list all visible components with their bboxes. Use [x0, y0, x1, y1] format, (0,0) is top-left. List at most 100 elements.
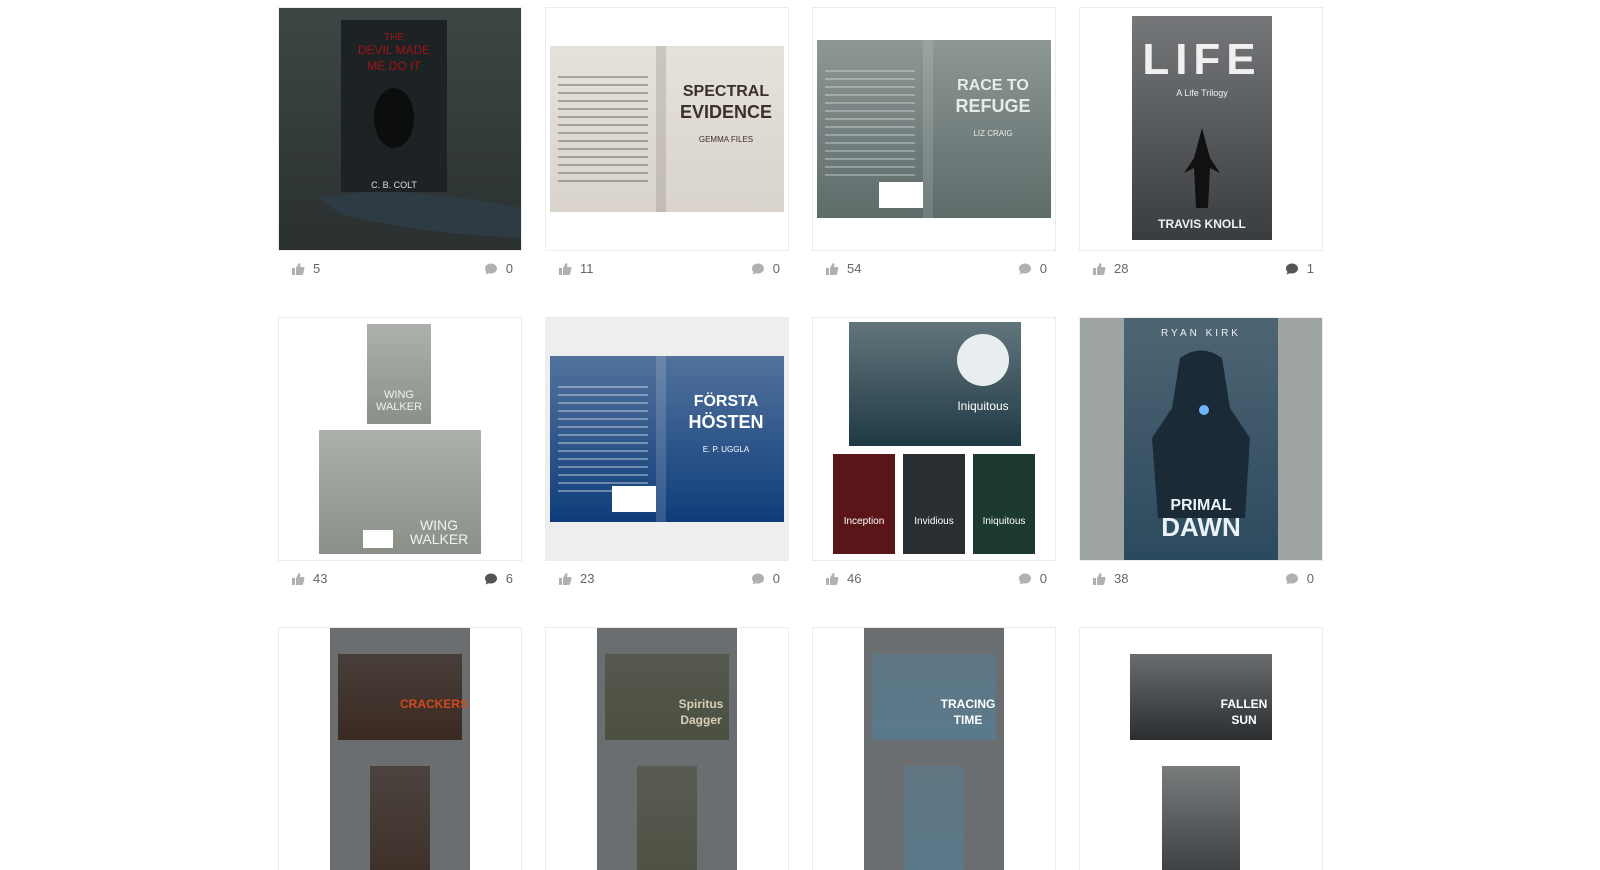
cover-card[interactable]: Iniquitous Inception Invidious Iniquitous 46…	[813, 318, 1055, 600]
comment-button[interactable]: 0	[1018, 262, 1047, 276]
cover-artwork: THEDEVIL MADE ME DO IT C. B. COLT	[279, 8, 521, 250]
comment-button[interactable]: 6	[484, 572, 513, 586]
cover-card[interactable]: TRACING TIME	[813, 628, 1055, 870]
comment-button[interactable]: 0	[751, 572, 780, 586]
like-button[interactable]: 38	[1092, 572, 1128, 586]
like-button[interactable]: 11	[558, 262, 594, 276]
cover-card[interactable]: WING WALKER WING WALKER 43 6	[279, 318, 521, 600]
cover-title-line: Spiritus	[679, 697, 724, 711]
comment-count: 0	[772, 571, 780, 586]
cover-card[interactable]: SPECTRAL EVIDENCE GEMMA FILES 11 0	[546, 8, 788, 290]
card-stats: 38 0	[1080, 572, 1322, 600]
cover-title-line: CRACKERS	[400, 697, 468, 711]
cover-card[interactable]: THE DEVIL MADE ME DO IT C. B. COLT 5 0	[279, 8, 521, 290]
book-cover	[903, 454, 965, 554]
cover-card[interactable]: CRACKERS	[279, 628, 521, 870]
book-cover	[973, 454, 1035, 554]
cover-thumbnail[interactable]: RYAN KIRK PRIMAL DAWN	[1080, 318, 1322, 560]
like-button[interactable]: 54	[825, 262, 861, 276]
cover-thumbnail[interactable]: TRACING TIME	[813, 628, 1055, 870]
cover-title-line: WING	[384, 389, 414, 401]
cover-card[interactable]: FALLEN SUN	[1080, 628, 1322, 870]
comment-button[interactable]: 1	[1285, 262, 1314, 276]
cover-title-line: Iniquitous	[983, 516, 1026, 527]
like-button[interactable]: 28	[1092, 262, 1128, 276]
book-cover-front	[637, 766, 697, 870]
comment-count: 1	[1306, 261, 1314, 276]
comment-button[interactable]: 0	[1018, 572, 1047, 586]
cover-artwork: TRACING TIME	[813, 628, 1055, 870]
thumbs-up-icon	[558, 262, 572, 276]
cover-title-line: SPECTRAL	[683, 83, 769, 100]
book-cover-front	[370, 766, 430, 870]
cover-thumbnail[interactable]: SPECTRAL EVIDENCE GEMMA FILES	[546, 8, 788, 250]
card-stats: 23 0	[546, 572, 788, 600]
cover-artwork: Iniquitous Inception Invidious Iniquitous	[813, 318, 1055, 560]
like-button[interactable]: 5	[291, 262, 320, 276]
cover-card[interactable]: FÖRSTA HÖSTEN E. P. UGGLA 23 0	[546, 318, 788, 600]
cover-title-line: HÖSTEN	[688, 412, 763, 432]
comment-button[interactable]: 0	[484, 262, 513, 276]
like-count: 23	[580, 571, 595, 586]
comment-bubble-icon	[484, 262, 498, 276]
cover-card[interactable]: Spiritus Dagger	[546, 628, 788, 870]
like-count: 46	[847, 571, 862, 586]
book-spine	[656, 356, 666, 522]
cover-artwork: FÖRSTA HÖSTEN E. P. UGGLA	[546, 318, 788, 560]
cover-thumbnail[interactable]: Iniquitous Inception Invidious Iniquitous	[813, 318, 1055, 560]
card-stats: 50	[279, 262, 521, 290]
cover-title-line: Dagger	[680, 713, 722, 727]
comment-bubble-icon	[484, 572, 498, 586]
cover-title-line: SUN	[1231, 713, 1256, 727]
comment-button[interactable]: 0	[1285, 572, 1314, 586]
thumbs-up-icon	[291, 262, 305, 276]
cover-thumbnail[interactable]: THE DEVIL MADE ME DO IT C. B. COLT	[279, 8, 521, 250]
cover-thumbnail[interactable]: CRACKERS	[279, 628, 521, 870]
comment-button[interactable]: 0	[751, 262, 780, 276]
comment-bubble-icon	[751, 262, 765, 276]
thumbs-up-icon	[1092, 572, 1106, 586]
cover-artwork: CRACKERS	[279, 628, 521, 870]
comment-bubble-icon	[751, 572, 765, 586]
cover-author: TRAVIS KNOLL	[1158, 217, 1246, 231]
cover-title-line: FÖRSTA	[694, 391, 759, 410]
comment-bubble-icon	[1018, 572, 1032, 586]
cover-card[interactable]: LIFE A Life Trilogy TRAVIS KNOLL 28 1	[1080, 8, 1322, 290]
like-button[interactable]: 23	[558, 572, 594, 586]
cover-author: C. B. COLT	[371, 180, 417, 190]
cover-title-line: DEVIL MADE	[358, 43, 430, 57]
cover-author: LIZ CRAIG	[973, 129, 1012, 138]
cover-artwork: RACE TO REFUGE LIZ CRAIG	[813, 8, 1055, 250]
cover-card[interactable]: RYAN KIRK PRIMAL DAWN 38 0	[1080, 318, 1322, 600]
comment-count: 0	[505, 261, 513, 276]
cover-thumbnail[interactable]: RACE TO REFUGE LIZ CRAIG	[813, 8, 1055, 250]
book-cover-front	[1162, 766, 1240, 870]
card-stats: 54 0	[813, 262, 1055, 290]
cover-thumbnail[interactable]: Spiritus Dagger	[546, 628, 788, 870]
cover-thumbnail[interactable]: FALLEN SUN	[1080, 628, 1322, 870]
like-button[interactable]: 43	[291, 572, 327, 586]
like-count: 5	[313, 261, 321, 276]
cover-thumbnail[interactable]: FÖRSTA HÖSTEN E. P. UGGLA	[546, 318, 788, 560]
comment-count: 0	[1306, 571, 1314, 586]
comment-count: 0	[1039, 261, 1047, 276]
comment-bubble-icon	[1285, 572, 1299, 586]
cover-thumbnail[interactable]: WING WALKER WING WALKER	[279, 318, 521, 560]
cover-thumbnail[interactable]: LIFE A Life Trilogy TRAVIS KNOLL	[1080, 8, 1322, 250]
book-cover	[833, 454, 895, 554]
cover-title-line: RACE TO	[957, 77, 1029, 94]
barcode-box	[363, 530, 393, 548]
comment-bubble-icon	[1018, 262, 1032, 276]
book-spread	[550, 46, 784, 212]
cover-card[interactable]: RACE TO REFUGE LIZ CRAIG 54 0	[813, 8, 1055, 290]
like-count: 54	[847, 261, 862, 276]
cover-title-line: DAWN	[1161, 512, 1240, 542]
moon-shape	[957, 334, 1009, 386]
card-stats: 46 0	[813, 572, 1055, 600]
cover-artwork: LIFE A Life Trilogy TRAVIS KNOLL	[1080, 8, 1322, 250]
like-button[interactable]: 46	[825, 572, 861, 586]
cover-title-line: LIFE	[1142, 35, 1261, 84]
thumbs-up-icon	[825, 262, 839, 276]
cover-title-line: TRACING	[941, 697, 996, 711]
book-cover-front	[904, 766, 964, 870]
